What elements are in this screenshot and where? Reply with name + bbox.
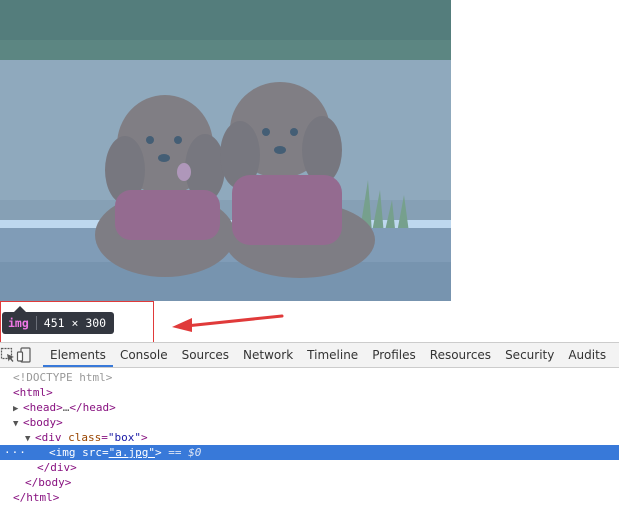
dom-node-html[interactable]: <html> [0, 385, 619, 400]
selected-node-marker: == $0 [168, 446, 202, 459]
dom-node-body-close[interactable]: </body> [0, 475, 619, 490]
dom-node-head[interactable]: ▶ <head>…</head> [0, 400, 619, 415]
div-open-tag: <div [35, 431, 62, 444]
poodles-photo[interactable] [0, 0, 451, 301]
html-close-tag: </html> [13, 491, 60, 504]
tab-profiles[interactable]: Profiles [365, 343, 423, 367]
doctype-text: <!DOCTYPE html> [13, 371, 113, 384]
dom-node-html-close[interactable]: </html> [0, 490, 619, 505]
tab-sources[interactable]: Sources [175, 343, 236, 367]
dom-node-body[interactable]: ▼ <body> [0, 415, 619, 430]
page-viewport: img 451 × 300 [0, 0, 619, 375]
tab-security[interactable]: Security [498, 343, 561, 367]
tab-timeline[interactable]: Timeline [300, 343, 365, 367]
img-tag-end: > [154, 446, 162, 459]
img-attr-name: src [82, 446, 102, 459]
device-mode-icon[interactable] [16, 343, 32, 367]
elements-dom-tree: <!DOCTYPE html> <html> ▶ <head>…</head> ▼… [0, 370, 619, 518]
div-attr-value: "box" [107, 431, 141, 444]
img-open-tag: <img [49, 446, 76, 459]
head-close-tag: </head> [69, 401, 116, 414]
img-src-link[interactable]: "a.jpg" [109, 446, 155, 459]
div-attr-equals: = [101, 431, 108, 444]
dom-node-div[interactable]: ▼ <div class="box"> [0, 430, 619, 445]
div-close-tag: </div> [37, 461, 77, 474]
inspect-element-icon[interactable] [0, 343, 16, 367]
devtools-panel: Elements Console Sources Network Timelin… [0, 342, 619, 518]
tab-elements[interactable]: Elements [43, 343, 113, 367]
dom-node-doctype[interactable]: <!DOCTYPE html> [0, 370, 619, 385]
poodles-photo-illustration [0, 0, 451, 301]
tab-network[interactable]: Network [236, 343, 300, 367]
tab-overflow[interactable]: A [613, 343, 619, 367]
div-attr-name: class [68, 431, 102, 444]
dom-node-img-selected[interactable]: ··· <img src="a.jpg"> == $0 [0, 445, 619, 460]
body-close-tag: </body> [25, 476, 72, 489]
div-open-tag-end: > [141, 431, 148, 444]
annotation-arrow-icon [172, 314, 284, 332]
html-open-tag: <html> [13, 386, 53, 399]
tab-resources[interactable]: Resources [423, 343, 498, 367]
tab-console[interactable]: Console [113, 343, 175, 367]
dom-node-div-close[interactable]: </div> [0, 460, 619, 475]
img-attr-equals: = [102, 446, 109, 459]
body-open-tag: <body> [23, 416, 63, 429]
node-actions-ellipsis[interactable]: ··· [4, 445, 27, 460]
tab-audits[interactable]: Audits [561, 343, 613, 367]
head-open-tag: <head> [23, 401, 63, 414]
devtools-toolbar: Elements Console Sources Network Timelin… [0, 342, 619, 368]
